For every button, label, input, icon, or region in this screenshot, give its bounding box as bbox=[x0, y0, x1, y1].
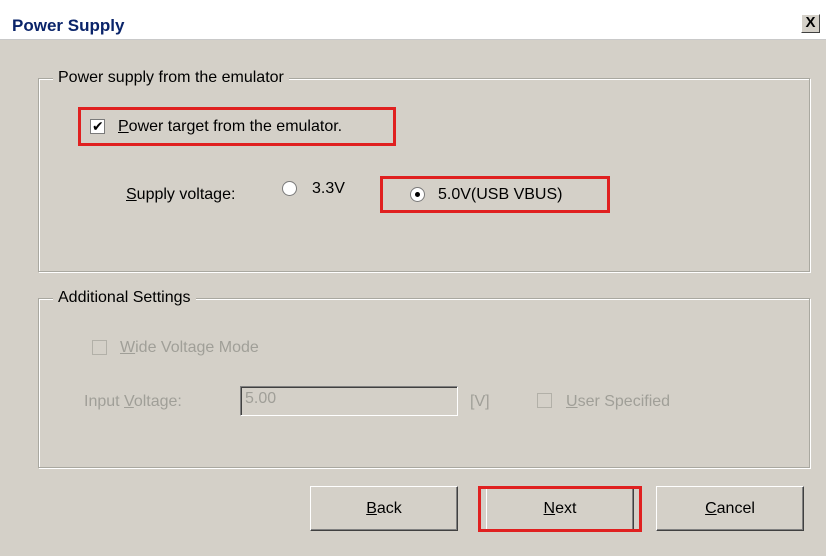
additional-settings-group: Additional Settings bbox=[38, 289, 810, 468]
back-button-label: Back bbox=[366, 500, 402, 517]
radio-3-3v[interactable] bbox=[282, 181, 297, 196]
voltage-unit-label: [V] bbox=[470, 393, 490, 410]
close-icon: X bbox=[805, 14, 816, 31]
cancel-button-label: Cancel bbox=[705, 500, 755, 517]
usb-vbus-highlight bbox=[380, 176, 610, 213]
power-target-highlight bbox=[78, 107, 396, 146]
supply-voltage-label: Supply voltage: bbox=[126, 186, 236, 203]
back-button[interactable]: Back bbox=[310, 486, 458, 531]
wide-voltage-mode-label[interactable]: Wide Voltage Mode bbox=[120, 339, 259, 357]
close-button[interactable]: X bbox=[801, 14, 820, 33]
additional-settings-group-legend: Additional Settings bbox=[53, 289, 196, 307]
power-supply-dialog: Power Supply X Power supply from the emu… bbox=[0, 0, 826, 556]
power-supply-group-legend: Power supply from the emulator bbox=[53, 69, 289, 87]
wide-voltage-mode-checkbox[interactable] bbox=[92, 340, 107, 355]
radio-3-3v-label[interactable]: 3.3V bbox=[312, 180, 345, 198]
window-title: Power Supply bbox=[12, 16, 125, 35]
next-button-highlight bbox=[478, 486, 642, 532]
input-voltage-label: Input Voltage: bbox=[84, 393, 182, 410]
user-specified-checkbox[interactable] bbox=[537, 393, 552, 408]
cancel-button[interactable]: Cancel bbox=[656, 486, 804, 531]
input-voltage-field[interactable]: 5.00 bbox=[240, 386, 458, 416]
title-bar: Power Supply X bbox=[0, 0, 826, 40]
user-specified-label[interactable]: User Specified bbox=[566, 393, 670, 411]
input-voltage-value: 5.00 bbox=[245, 390, 277, 407]
